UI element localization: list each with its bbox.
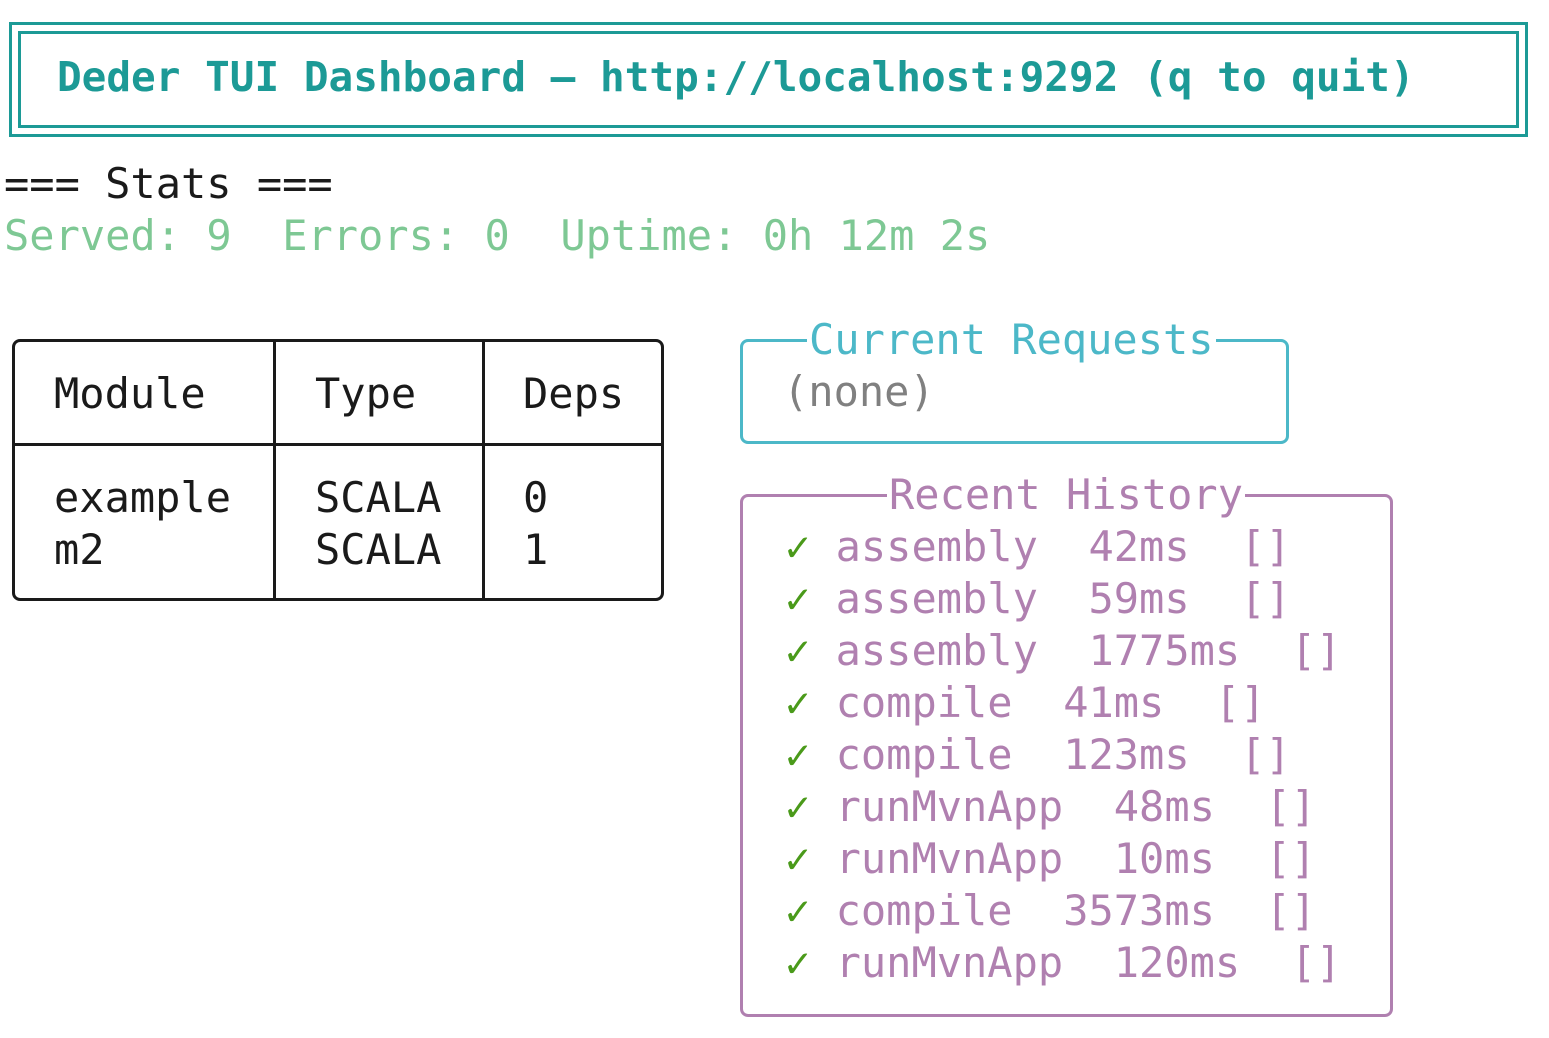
recent-history-panel: Recent History ✓ assembly 42ms [] ✓ assem… [740,469,1393,1017]
uptime-value: 0h 12m 2s [762,211,991,260]
history-task: compile [835,678,1013,727]
history-duration: 42ms [1088,522,1190,571]
history-duration: 3573ms [1063,886,1215,935]
history-item: ✓ compile 123ms [] [785,729,1291,781]
history-args: [] [1240,574,1291,623]
history-args: [] [1290,938,1342,987]
current-requests-panel: Current Requests (none) [740,314,1289,444]
check-icon: ✓ [785,678,811,727]
stats-line: Served: 9 Errors: 0 Uptime: 0h 12m 2s [4,210,990,262]
recent-history-title: Recent History [887,469,1246,521]
history-duration: 41ms [1063,678,1165,727]
served-label: Served: [4,211,182,260]
history-task: runMvnApp [835,938,1064,987]
history-item: ✓ runMvnApp 10ms [] [785,833,1316,885]
stats-heading: === Stats === [4,159,333,208]
history-item: ✓ assembly 42ms [] [785,521,1291,573]
history-args: [] [1265,782,1317,831]
history-duration: 120ms [1113,938,1241,987]
history-args: [] [1240,522,1291,571]
column-header-deps: Deps [523,369,625,418]
module-deps-cell: 0 [523,473,549,522]
history-duration: 48ms [1113,782,1215,831]
check-icon: ✓ [785,730,811,779]
table-divider [273,342,276,598]
uptime-label: Uptime: [560,211,738,260]
module-deps-cell: 1 [523,525,549,574]
check-icon: ✓ [785,938,811,987]
errors-value: 0 [484,211,510,260]
modules-table: Module Type Deps example SCALA 0 m2 SCAL… [12,339,664,601]
module-type-cell: SCALA [315,473,442,522]
history-task: assembly [835,626,1038,675]
check-icon: ✓ [785,626,811,675]
column-header-module: Module [54,369,206,418]
history-duration: 10ms [1113,834,1215,883]
history-task: compile [835,886,1013,935]
history-item: ✓ compile 41ms [] [785,677,1266,729]
history-task: assembly [835,522,1038,571]
history-args: [] [1265,834,1317,883]
history-args: [] [1265,886,1317,935]
history-item: ✓ assembly 59ms [] [785,573,1291,625]
history-duration: 59ms [1088,574,1190,623]
history-task: assembly [835,574,1038,623]
history-duration: 123ms [1063,730,1190,779]
history-args: [] [1290,626,1342,675]
current-requests-title: Current Requests [807,314,1216,366]
history-task: compile [835,730,1013,779]
history-item: ✓ runMvnApp 48ms [] [785,781,1316,833]
table-divider [482,342,485,598]
check-icon: ✓ [785,886,811,935]
module-name-cell: m2 [54,525,105,574]
history-args: [] [1214,678,1266,727]
history-task: runMvnApp [835,782,1064,831]
module-name-cell: example [54,473,232,522]
errors-label: Errors: [282,211,460,260]
history-task: runMvnApp [835,834,1064,883]
served-value: 9 [206,211,232,260]
header-box: Deder TUI Dashboard — http://localhost:9… [9,22,1528,137]
history-item: ✓ compile 3573ms [] [785,885,1316,937]
history-duration: 1775ms [1088,626,1241,675]
check-icon: ✓ [785,574,811,623]
column-header-type: Type [315,369,417,418]
current-requests-empty: (none) [783,367,935,416]
table-header-divider [15,443,661,446]
history-args: [] [1240,730,1291,779]
module-type-cell: SCALA [315,525,442,574]
dashboard-title: Deder TUI Dashboard — http://localhost:9… [57,53,1415,101]
check-icon: ✓ [785,522,811,571]
history-item: ✓ assembly 1775ms [] [785,625,1341,677]
check-icon: ✓ [785,782,811,831]
check-icon: ✓ [785,834,811,883]
history-item: ✓ runMvnApp 120ms [] [785,937,1341,989]
